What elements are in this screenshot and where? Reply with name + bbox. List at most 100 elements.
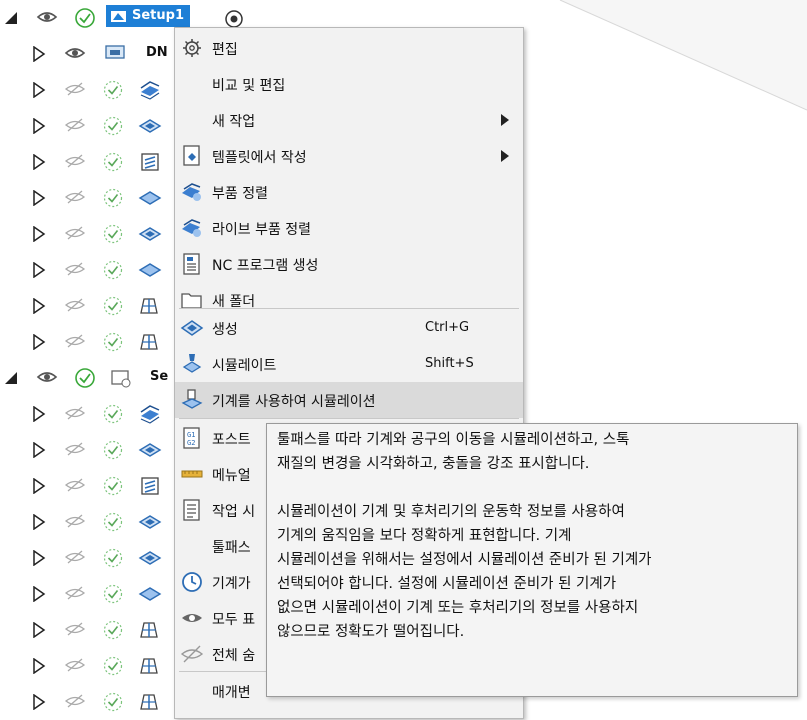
setup1-row[interactable]: Setup1: [0, 0, 243, 36]
eye-icon[interactable]: [64, 45, 86, 61]
eye-hidden-icon[interactable]: [64, 657, 86, 673]
operation-row[interactable]: [0, 288, 180, 324]
menu-item-simulate-with-machine[interactable]: 기계를 사용하여 시뮬레이션: [175, 382, 523, 418]
menu-item-compare-edit[interactable]: 비교 및 편집: [175, 66, 523, 102]
expand-arrow-icon[interactable]: [32, 550, 46, 566]
operation-row[interactable]: [0, 324, 180, 360]
simulate-icon: [182, 354, 202, 373]
eye-hidden-icon[interactable]: [64, 477, 86, 493]
menu-item-label: 편집: [212, 42, 238, 58]
operation-row[interactable]: [0, 396, 180, 432]
operation-row[interactable]: [0, 252, 180, 288]
menu-item-edit[interactable]: 편집: [175, 30, 523, 66]
stock-row[interactable]: DN: [0, 36, 180, 72]
expand-arrow-icon[interactable]: [32, 406, 46, 422]
operation-icon: [140, 658, 158, 674]
operation-row[interactable]: [0, 468, 180, 504]
menu-item-label: 기계를 사용하여 시뮬레이션: [212, 394, 376, 410]
expand-arrow-icon[interactable]: [32, 514, 46, 530]
operation-icon: [140, 622, 158, 638]
menu-item-generate[interactable]: 생성 Ctrl+G: [175, 310, 523, 346]
expand-arrow-icon[interactable]: [32, 334, 46, 350]
check-icon: [103, 80, 123, 100]
operation-row[interactable]: [0, 144, 180, 180]
collapse-arrow-icon[interactable]: [3, 10, 19, 26]
operation-icon: [138, 263, 162, 277]
operation-row[interactable]: [0, 576, 180, 612]
eye-hidden-icon[interactable]: [64, 513, 86, 529]
menu-item-live-part-align[interactable]: 라이브 부품 정렬: [175, 210, 523, 246]
setup1-text: Setup1: [132, 8, 184, 23]
eye-hidden-icon[interactable]: [64, 621, 86, 637]
expand-arrow-icon[interactable]: [32, 190, 46, 206]
eye-hidden-icon[interactable]: [64, 225, 86, 241]
check-icon: [103, 620, 123, 640]
eye-hidden-icon[interactable]: [64, 117, 86, 133]
expand-arrow-icon[interactable]: [32, 118, 46, 134]
menu-item-new-operation[interactable]: 새 작업: [175, 102, 523, 138]
operation-icon: [140, 334, 158, 350]
eye-hidden-icon[interactable]: [64, 189, 86, 205]
operation-row[interactable]: [0, 648, 180, 684]
operation-row[interactable]: [0, 540, 180, 576]
operation-row[interactable]: [0, 504, 180, 540]
post-icon: G1G2: [183, 427, 200, 449]
check-icon: [103, 152, 123, 172]
menu-item-from-template[interactable]: 템플릿에서 작성: [175, 138, 523, 174]
operation-row[interactable]: [0, 684, 180, 720]
check-icon: [103, 512, 123, 532]
check-icon: [103, 476, 123, 496]
eye-hidden-icon[interactable]: [64, 261, 86, 277]
expand-arrow-icon[interactable]: [32, 478, 46, 494]
eye-icon: [182, 614, 202, 622]
menu-item-simulate[interactable]: 시뮬레이트 Shift+S: [175, 346, 523, 382]
expand-arrow-icon[interactable]: [32, 46, 46, 62]
expand-arrow-icon[interactable]: [32, 82, 46, 98]
eye-hidden-icon[interactable]: [64, 153, 86, 169]
eye-hidden-icon[interactable]: [64, 585, 86, 601]
stock-label: DN: [146, 45, 168, 60]
expand-arrow-icon[interactable]: [32, 586, 46, 602]
setup2-row[interactable]: Se: [0, 360, 180, 396]
eye-hidden-icon[interactable]: [64, 81, 86, 97]
eye-hidden-icon[interactable]: [64, 297, 86, 313]
operation-row[interactable]: [0, 180, 180, 216]
operation-row[interactable]: [0, 108, 180, 144]
live-part-align-icon: [182, 219, 201, 237]
expand-arrow-icon[interactable]: [32, 262, 46, 278]
eye-icon[interactable]: [36, 9, 58, 25]
expand-arrow-icon[interactable]: [32, 658, 46, 674]
menu-item-label: 툴패스: [212, 540, 251, 556]
eye-icon[interactable]: [36, 369, 58, 385]
expand-arrow-icon[interactable]: [32, 154, 46, 170]
clock-icon: [182, 572, 202, 592]
eye-hidden-icon[interactable]: [64, 693, 86, 709]
expand-arrow-icon[interactable]: [32, 226, 46, 242]
active-setup-icon[interactable]: [224, 9, 244, 29]
template-icon: [183, 145, 200, 166]
eye-hidden-icon[interactable]: [64, 333, 86, 349]
eye-hidden-icon[interactable]: [64, 441, 86, 457]
operation-row[interactable]: [0, 216, 180, 252]
operation-row[interactable]: [0, 72, 180, 108]
operation-icon: [138, 587, 162, 601]
expand-arrow-icon[interactable]: [32, 442, 46, 458]
menu-item-label: 기계가: [212, 576, 251, 592]
menu-item-label: 부품 정렬: [212, 186, 268, 202]
operation-row[interactable]: [0, 432, 180, 468]
collapse-arrow-icon[interactable]: [3, 370, 19, 386]
eye-hidden-icon[interactable]: [64, 549, 86, 565]
setup1-label[interactable]: Setup1: [106, 5, 190, 27]
menu-item-part-align[interactable]: 부품 정렬: [175, 174, 523, 210]
operation-row[interactable]: [0, 612, 180, 648]
tooltip-line: 선택되어야 합니다. 설정에 시뮬레이션 준비가 된 기계가: [277, 576, 617, 592]
expand-arrow-icon[interactable]: [32, 622, 46, 638]
tooltip-line: 시뮬레이션이 기계 및 후처리기의 운동학 정보를 사용하여: [277, 504, 625, 520]
eye-hidden-icon[interactable]: [64, 405, 86, 421]
menu-item-shortcut: Shift+S: [425, 356, 474, 371]
menu-item-label: 포스트: [212, 432, 251, 448]
check-icon: [103, 404, 123, 424]
expand-arrow-icon[interactable]: [32, 298, 46, 314]
menu-item-nc-program[interactable]: NC 프로그램 생성: [175, 246, 523, 282]
operation-icon: [138, 515, 162, 529]
